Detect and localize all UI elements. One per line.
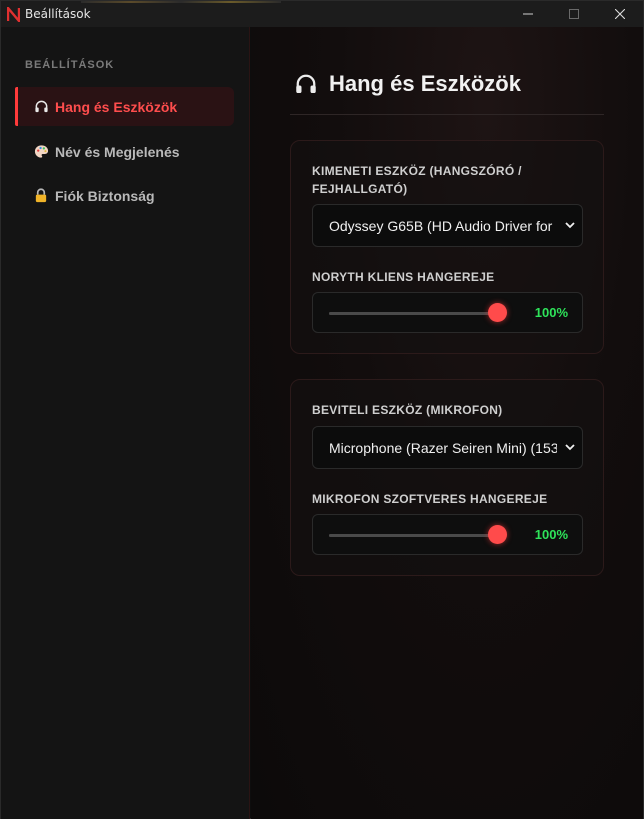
sidebar-item-label: Fiók Biztonság — [55, 187, 155, 204]
chevron-down-icon — [565, 444, 575, 451]
output-device-label: KIMENETI ESZKÖZ (HANGSZÓRÓ / FEJHALLGATÓ… — [312, 164, 522, 196]
sidebar-item-label: Név és Megjelenés — [55, 143, 180, 160]
sidebar: BEÁLLÍTÁSOK Hang és Eszközök Név és Megj… — [1, 27, 250, 819]
sidebar-item-name-appearance[interactable]: Név és Megjelenés — [15, 132, 234, 171]
app-logo-icon — [6, 6, 20, 22]
headphones-icon — [294, 72, 318, 96]
close-button[interactable] — [597, 1, 643, 27]
minimize-button[interactable] — [505, 1, 551, 27]
sidebar-item-label: Hang és Eszközök — [55, 98, 178, 115]
lock-icon — [33, 188, 49, 204]
client-volume-fill — [329, 312, 497, 315]
title-bar[interactable]: Beállítások — [1, 1, 643, 27]
output-device-select[interactable]: Odyssey G65B (HD Audio Driver for Displa… — [312, 204, 583, 247]
mic-volume-thumb[interactable] — [487, 525, 507, 544]
window-title: Beállítások — [25, 7, 91, 21]
maximize-icon — [569, 9, 579, 19]
input-device-select[interactable]: Microphone (Razer Seiren Mini) (1532:053… — [312, 426, 583, 469]
palette-icon — [33, 144, 49, 160]
title-divider — [290, 114, 604, 115]
input-device-card: BEVITELI ESZKÖZ (MIKROFON) Microphone (R… — [290, 379, 604, 576]
mic-volume-slider-box: 100% — [312, 514, 583, 555]
headphones-icon — [33, 99, 49, 115]
mic-volume-fill — [329, 534, 497, 537]
input-device-label: BEVITELI ESZKÖZ (MIKROFON) — [312, 403, 503, 417]
sidebar-item-audio-devices[interactable]: Hang és Eszközök — [15, 87, 234, 126]
output-device-card: KIMENETI ESZKÖZ (HANGSZÓRÓ / FEJHALLGATÓ… — [290, 140, 604, 354]
mic-volume-track[interactable] — [329, 534, 497, 537]
output-device-value: Odyssey G65B (HD Audio Driver for Displa… — [329, 217, 557, 234]
title-bar-decoration — [81, 1, 281, 3]
client-volume-thumb[interactable] — [487, 303, 507, 322]
input-device-value: Microphone (Razer Seiren Mini) (1532:053… — [329, 439, 557, 456]
sidebar-item-account-security[interactable]: Fiók Biztonság — [15, 176, 234, 215]
sidebar-heading: BEÁLLÍTÁSOK — [25, 59, 115, 71]
page-title: Hang és Eszközök — [294, 71, 521, 97]
close-icon — [615, 9, 625, 19]
page-title-text: Hang és Eszközök — [329, 71, 521, 96]
maximize-button[interactable] — [551, 1, 597, 27]
client-volume-percent: 100% — [534, 305, 568, 320]
mic-volume-percent: 100% — [534, 527, 568, 542]
minimize-icon — [523, 13, 533, 15]
client-volume-track[interactable] — [329, 312, 497, 315]
chevron-down-icon — [565, 222, 575, 229]
client-volume-label: NORYTH KLIENS HANGEREJE — [312, 270, 495, 284]
main-content: Hang és Eszközök KIMENETI ESZKÖZ (HANGSZ… — [251, 27, 643, 819]
mic-volume-label: MIKROFON SZOFTVERES HANGEREJE — [312, 492, 548, 506]
settings-window: Beállítások BEÁLLÍTÁSOK Hang és Eszközök… — [0, 0, 644, 819]
client-volume-slider-box: 100% — [312, 292, 583, 333]
